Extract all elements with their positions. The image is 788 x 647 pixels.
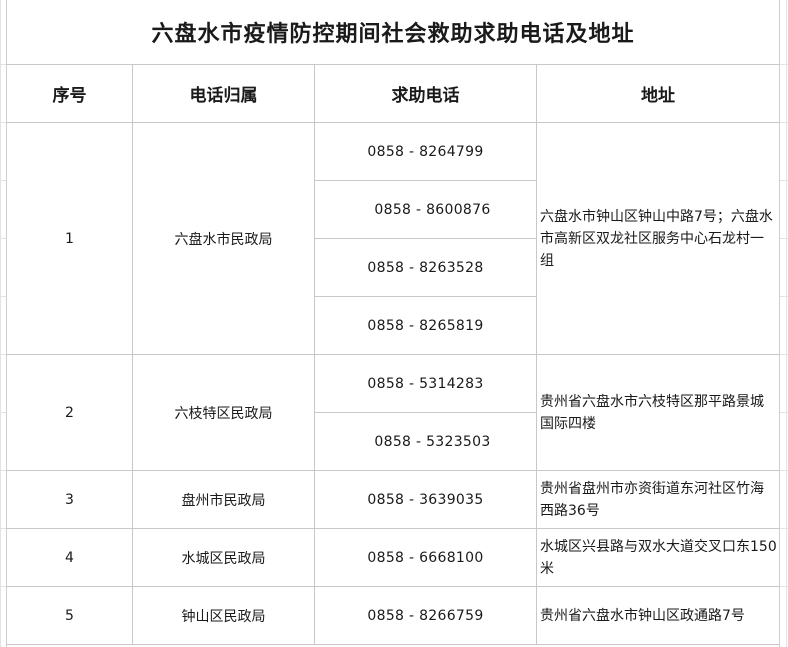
row5-index[interactable]: 5 (7, 587, 133, 645)
row3-phone-1[interactable]: 0858 - 3639035 (315, 471, 537, 529)
header-address[interactable]: 地址 (537, 65, 779, 123)
row3-address[interactable]: 贵州省盘州市亦资街道东河社区竹海西路36号 (537, 471, 779, 529)
row5-phone-1[interactable]: 0858 - 8266759 (315, 587, 537, 645)
row1-phone-3[interactable]: 0858 - 8263528 (315, 239, 537, 297)
row1-address[interactable]: 六盘水市钟山区钟山中路7号；六盘水市高新区双龙社区服务中心石龙村一组 (537, 123, 779, 355)
spreadsheet-table: 六盘水市疫情防控期间社会救助求助电话及地址 序号 电话归属 求助电话 地址 1 … (6, 0, 780, 647)
row4-address[interactable]: 水城区兴县路与双水大道交叉口东150米 (537, 529, 779, 587)
row2-owner[interactable]: 六枝特区民政局 (133, 355, 315, 471)
row1-phone-2[interactable]: 0858 - 8600876 (315, 181, 537, 239)
row2-phone-1[interactable]: 0858 - 5314283 (315, 355, 537, 413)
row3-index[interactable]: 3 (7, 471, 133, 529)
row3-owner[interactable]: 盘州市民政局 (133, 471, 315, 529)
sheet-title[interactable]: 六盘水市疫情防控期间社会救助求助电话及地址 (7, 0, 779, 65)
header-index[interactable]: 序号 (7, 65, 133, 123)
row1-phone-4[interactable]: 0858 - 8265819 (315, 297, 537, 355)
row5-owner[interactable]: 钟山区民政局 (133, 587, 315, 645)
row2-phone-2[interactable]: 0858 - 5323503 (315, 413, 537, 471)
row5-address[interactable]: 贵州省六盘水市钟山区政通路7号 (537, 587, 779, 645)
row4-phone-1[interactable]: 0858 - 6668100 (315, 529, 537, 587)
header-phone[interactable]: 求助电话 (315, 65, 537, 123)
row4-index[interactable]: 4 (7, 529, 133, 587)
header-owner[interactable]: 电话归属 (133, 65, 315, 123)
row2-index[interactable]: 2 (7, 355, 133, 471)
row1-owner[interactable]: 六盘水市民政局 (133, 123, 315, 355)
row1-phone-1[interactable]: 0858 - 8264799 (315, 123, 537, 181)
row4-owner[interactable]: 水城区民政局 (133, 529, 315, 587)
row1-index[interactable]: 1 (7, 123, 133, 355)
row2-address[interactable]: 贵州省六盘水市六枝特区那平路景城国际四楼 (537, 355, 779, 471)
